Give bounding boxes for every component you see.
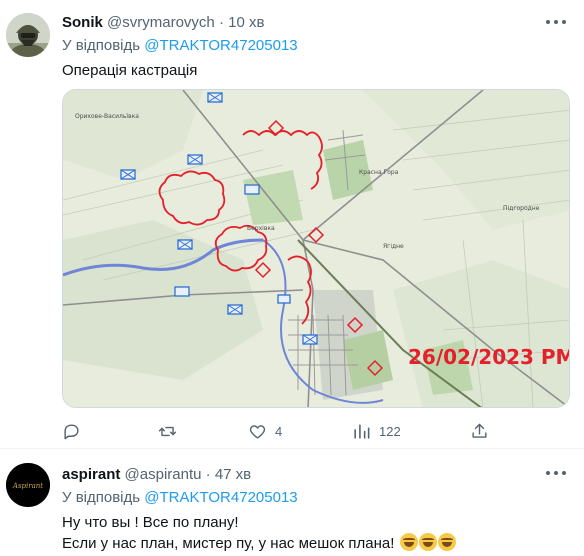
svg-text:Берхівка: Берхівка bbox=[247, 225, 275, 232]
rofl-emoji-icon bbox=[418, 533, 437, 551]
reply-to-line: У відповідь @TRAKTOR47205013 bbox=[62, 488, 298, 508]
rofl-emoji-icon bbox=[399, 533, 418, 551]
tweet-text-line: Ну что вы ! Все по плану! bbox=[62, 514, 239, 531]
author-handle[interactable]: @svrymarovych bbox=[107, 14, 215, 31]
more-icon[interactable] bbox=[546, 465, 566, 481]
tweet-aspirant: Aspirant aspirant @aspirantu · 47 хв У в… bbox=[0, 450, 584, 556]
svg-text:Підгородне: Підгородне bbox=[503, 205, 540, 212]
views-icon bbox=[354, 423, 370, 439]
author-name[interactable]: Sonik bbox=[62, 14, 103, 31]
views-button[interactable]: 122 bbox=[352, 420, 401, 442]
reply-prefix: У відповідь bbox=[62, 37, 141, 54]
reply-to-line: У відповідь @TRAKTOR47205013 bbox=[62, 36, 298, 56]
more-icon[interactable] bbox=[546, 14, 566, 30]
svg-text:Орихове-Васильївка: Орихове-Васильївка bbox=[75, 113, 139, 120]
author-name[interactable]: aspirant bbox=[62, 466, 120, 483]
reply-prefix: У відповідь bbox=[62, 489, 141, 506]
tweet-text-line-with-emoji: Если у нас план, мистер пу, у нас мешок … bbox=[62, 533, 456, 554]
reply-button[interactable] bbox=[62, 420, 89, 442]
reply-mention-link[interactable]: @TRAKTOR47205013 bbox=[144, 37, 297, 54]
avatar[interactable] bbox=[6, 13, 50, 57]
tweet-actions: 4 122 bbox=[62, 420, 492, 442]
tweet-text: Ну что вы ! Все по плану! Если у нас пла… bbox=[62, 512, 456, 554]
separator-dot: · bbox=[218, 14, 224, 31]
reply-mention-link[interactable]: @TRAKTOR47205013 bbox=[144, 489, 297, 506]
timestamp[interactable]: 47 хв bbox=[215, 466, 251, 483]
military-map: Красна Гора Берхівка Ягідне Орихове-Васи… bbox=[63, 90, 570, 407]
tweet-image-map[interactable]: Красна Гора Берхівка Ягідне Орихове-Васи… bbox=[62, 89, 570, 408]
tweet-header: aspirant @aspirantu · 47 хв bbox=[62, 466, 251, 484]
separator-dot: · bbox=[205, 466, 211, 483]
aspirant-avatar-image: Aspirant bbox=[6, 463, 50, 507]
tweet-header: Sonik @svrymarovych · 10 хв bbox=[62, 14, 264, 32]
map-date-stamp: 26/02/2023 PM bbox=[408, 345, 570, 369]
retweet-button[interactable] bbox=[158, 420, 185, 442]
tweet-sonik: Sonik @svrymarovych · 10 хв У відповідь … bbox=[0, 0, 584, 449]
share-icon bbox=[472, 423, 487, 438]
like-count: 4 bbox=[275, 423, 283, 439]
svg-text:Ягідне: Ягідне bbox=[383, 243, 404, 250]
tweet-text: Операція кастрація bbox=[62, 62, 198, 79]
like-icon bbox=[249, 424, 266, 439]
views-count: 122 bbox=[379, 423, 401, 439]
timestamp[interactable]: 10 хв bbox=[228, 14, 264, 31]
tweet-text-line: Если у нас план, мистер пу, у нас мешок … bbox=[62, 535, 395, 552]
avatar[interactable]: Aspirant bbox=[6, 463, 50, 507]
reply-icon bbox=[64, 423, 79, 439]
author-handle[interactable]: @aspirantu bbox=[125, 466, 202, 483]
share-button[interactable] bbox=[470, 420, 489, 442]
svg-text:Aspirant: Aspirant bbox=[12, 482, 43, 490]
map-label-krasna-hora: Красна Гора bbox=[359, 169, 399, 176]
soldier-avatar-image bbox=[6, 13, 50, 57]
retweet-icon bbox=[158, 426, 177, 436]
rofl-emoji-icon bbox=[437, 533, 456, 551]
like-button[interactable]: 4 bbox=[248, 420, 282, 442]
